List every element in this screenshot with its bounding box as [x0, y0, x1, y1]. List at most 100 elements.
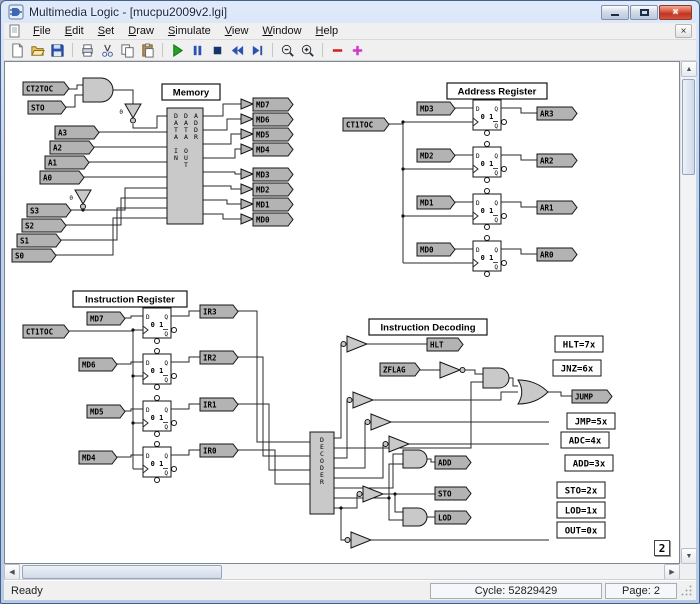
new-button[interactable]	[8, 41, 27, 59]
open-button[interactable]	[28, 41, 47, 59]
and-gate[interactable]	[402, 449, 428, 469]
signal-tag-label: MD1	[256, 201, 270, 210]
ff-label: D	[476, 153, 480, 160]
bus-connector[interactable]	[240, 183, 255, 195]
signal-tag-label: MD2	[420, 152, 434, 161]
bus-connector[interactable]	[240, 213, 255, 225]
inverter-gate[interactable]	[370, 413, 393, 431]
opcode-label: LOD=1x	[565, 507, 598, 517]
signal-tag-label: AR0	[540, 251, 554, 260]
signal-tag-label: CT1TOC	[346, 121, 373, 130]
scroll-up-button[interactable]: ▲	[681, 61, 697, 77]
pause-button[interactable]	[188, 41, 207, 59]
ff-label: D	[476, 200, 480, 207]
decoder-chip-label: R	[320, 478, 324, 486]
bus-connector[interactable]	[240, 98, 255, 110]
app-icon	[8, 4, 24, 20]
close-button[interactable]: ×	[659, 4, 692, 20]
print-button[interactable]	[78, 41, 97, 59]
toolbar-separator	[272, 43, 273, 57]
mdi-close-button[interactable]: ×	[675, 24, 692, 38]
bus-connector[interactable]	[240, 113, 255, 125]
zoom-out-button[interactable]	[278, 41, 297, 59]
wire	[465, 369, 483, 375]
minimize-icon	[611, 14, 619, 16]
horizontal-scroll-track[interactable]	[20, 564, 664, 580]
bus-connector[interactable]	[240, 128, 255, 140]
inverter-gate[interactable]	[352, 391, 375, 409]
menu-edit[interactable]: Edit	[58, 24, 91, 38]
menu-set[interactable]: Set	[91, 24, 122, 38]
signal-tag-label: MD0	[256, 216, 270, 225]
horizontal-scroll-thumb[interactable]	[22, 565, 222, 579]
save-button[interactable]	[48, 41, 67, 59]
stop-button[interactable]	[208, 41, 227, 59]
and-gate[interactable]	[82, 77, 114, 103]
and-gate[interactable]	[482, 367, 510, 389]
status-page: Page: 2	[605, 582, 677, 599]
wire	[238, 310, 310, 443]
and-gate[interactable]	[402, 507, 428, 527]
section-title: Memory	[173, 88, 210, 99]
page-remove-button[interactable]	[328, 41, 347, 59]
const-zero-label: 0	[119, 109, 123, 116]
cut-button[interactable]	[98, 41, 117, 59]
bus-connector[interactable]	[240, 168, 255, 180]
const-zero[interactable]	[124, 103, 142, 120]
negation-bubble	[501, 166, 507, 172]
menu-help[interactable]: Help	[309, 24, 346, 38]
wire	[117, 361, 137, 365]
or-gate[interactable]	[517, 379, 549, 405]
vertical-scroll-thumb[interactable]	[682, 79, 695, 175]
signal-tag-label: MD6	[256, 116, 270, 125]
inverter-gate[interactable]	[439, 361, 462, 379]
bus-connector[interactable]	[240, 143, 255, 155]
vertical-scroll-track[interactable]	[681, 77, 696, 548]
menu-view[interactable]: View	[218, 24, 256, 38]
title-bar[interactable]: Multimedia Logic - [mucpu2009v2.lgi] ×	[4, 1, 696, 23]
signal-tag-label: STO	[31, 104, 45, 113]
document-icon[interactable]	[8, 24, 22, 38]
wire-junction	[339, 506, 343, 510]
scroll-right-button[interactable]: ▶	[664, 564, 680, 580]
maximize-button[interactable]	[630, 4, 658, 20]
inverter-gate[interactable]	[346, 335, 369, 353]
signal-tag-label: MD6	[82, 361, 96, 370]
menu-draw[interactable]: Draw	[121, 24, 161, 38]
wire	[507, 107, 537, 114]
copy-button[interactable]	[118, 41, 137, 59]
ff-label: Q	[164, 453, 168, 460]
const-zero[interactable]	[74, 189, 92, 206]
page-add-button[interactable]	[348, 41, 367, 59]
bus-connector[interactable]	[240, 198, 255, 210]
menu-simulate[interactable]: Simulate	[161, 24, 218, 38]
menu-window[interactable]: Window	[255, 24, 308, 38]
horizontal-scrollbar[interactable]: ◀ ▶	[4, 564, 680, 580]
circuit-diagram[interactable]: DATAINDATAOUTADDRDECODERD QQ0 1D QQ0 1D QQ0…	[5, 62, 680, 564]
wire	[203, 103, 241, 117]
circuit-canvas[interactable]: DATAINDATAOUTADDRDECODERDQQ0 1DQQ0 1DQQ0…	[4, 61, 680, 564]
ff-label: Q	[494, 247, 498, 254]
signal-tag-label: MD4	[82, 454, 96, 463]
set-bubble	[154, 441, 160, 447]
menu-file[interactable]: File	[26, 24, 58, 38]
wire	[334, 381, 483, 449]
minimize-button[interactable]	[601, 4, 629, 20]
wire	[507, 248, 537, 255]
rewind-button[interactable]	[228, 41, 247, 59]
vertical-scrollbar[interactable]: ▲ ▼	[680, 61, 697, 564]
signal-tag-label: A2	[53, 144, 62, 153]
ff-state: 0 1	[151, 367, 164, 375]
signal-tag-label: A1	[48, 159, 58, 168]
paste-button[interactable]	[138, 41, 157, 59]
run-button[interactable]	[168, 41, 187, 59]
resize-grip[interactable]	[680, 584, 693, 597]
mdi-close-icon: ×	[680, 25, 687, 37]
zoom-in-button[interactable]	[298, 41, 317, 59]
inverter-gate[interactable]	[350, 531, 373, 549]
page-add-icon	[352, 45, 363, 55]
scroll-left-button[interactable]: ◀	[4, 564, 20, 580]
menu-bar: File Edit Set Draw Simulate View Window Help ×	[4, 23, 696, 40]
step-button[interactable]	[248, 41, 267, 59]
scroll-down-button[interactable]: ▼	[681, 548, 697, 564]
